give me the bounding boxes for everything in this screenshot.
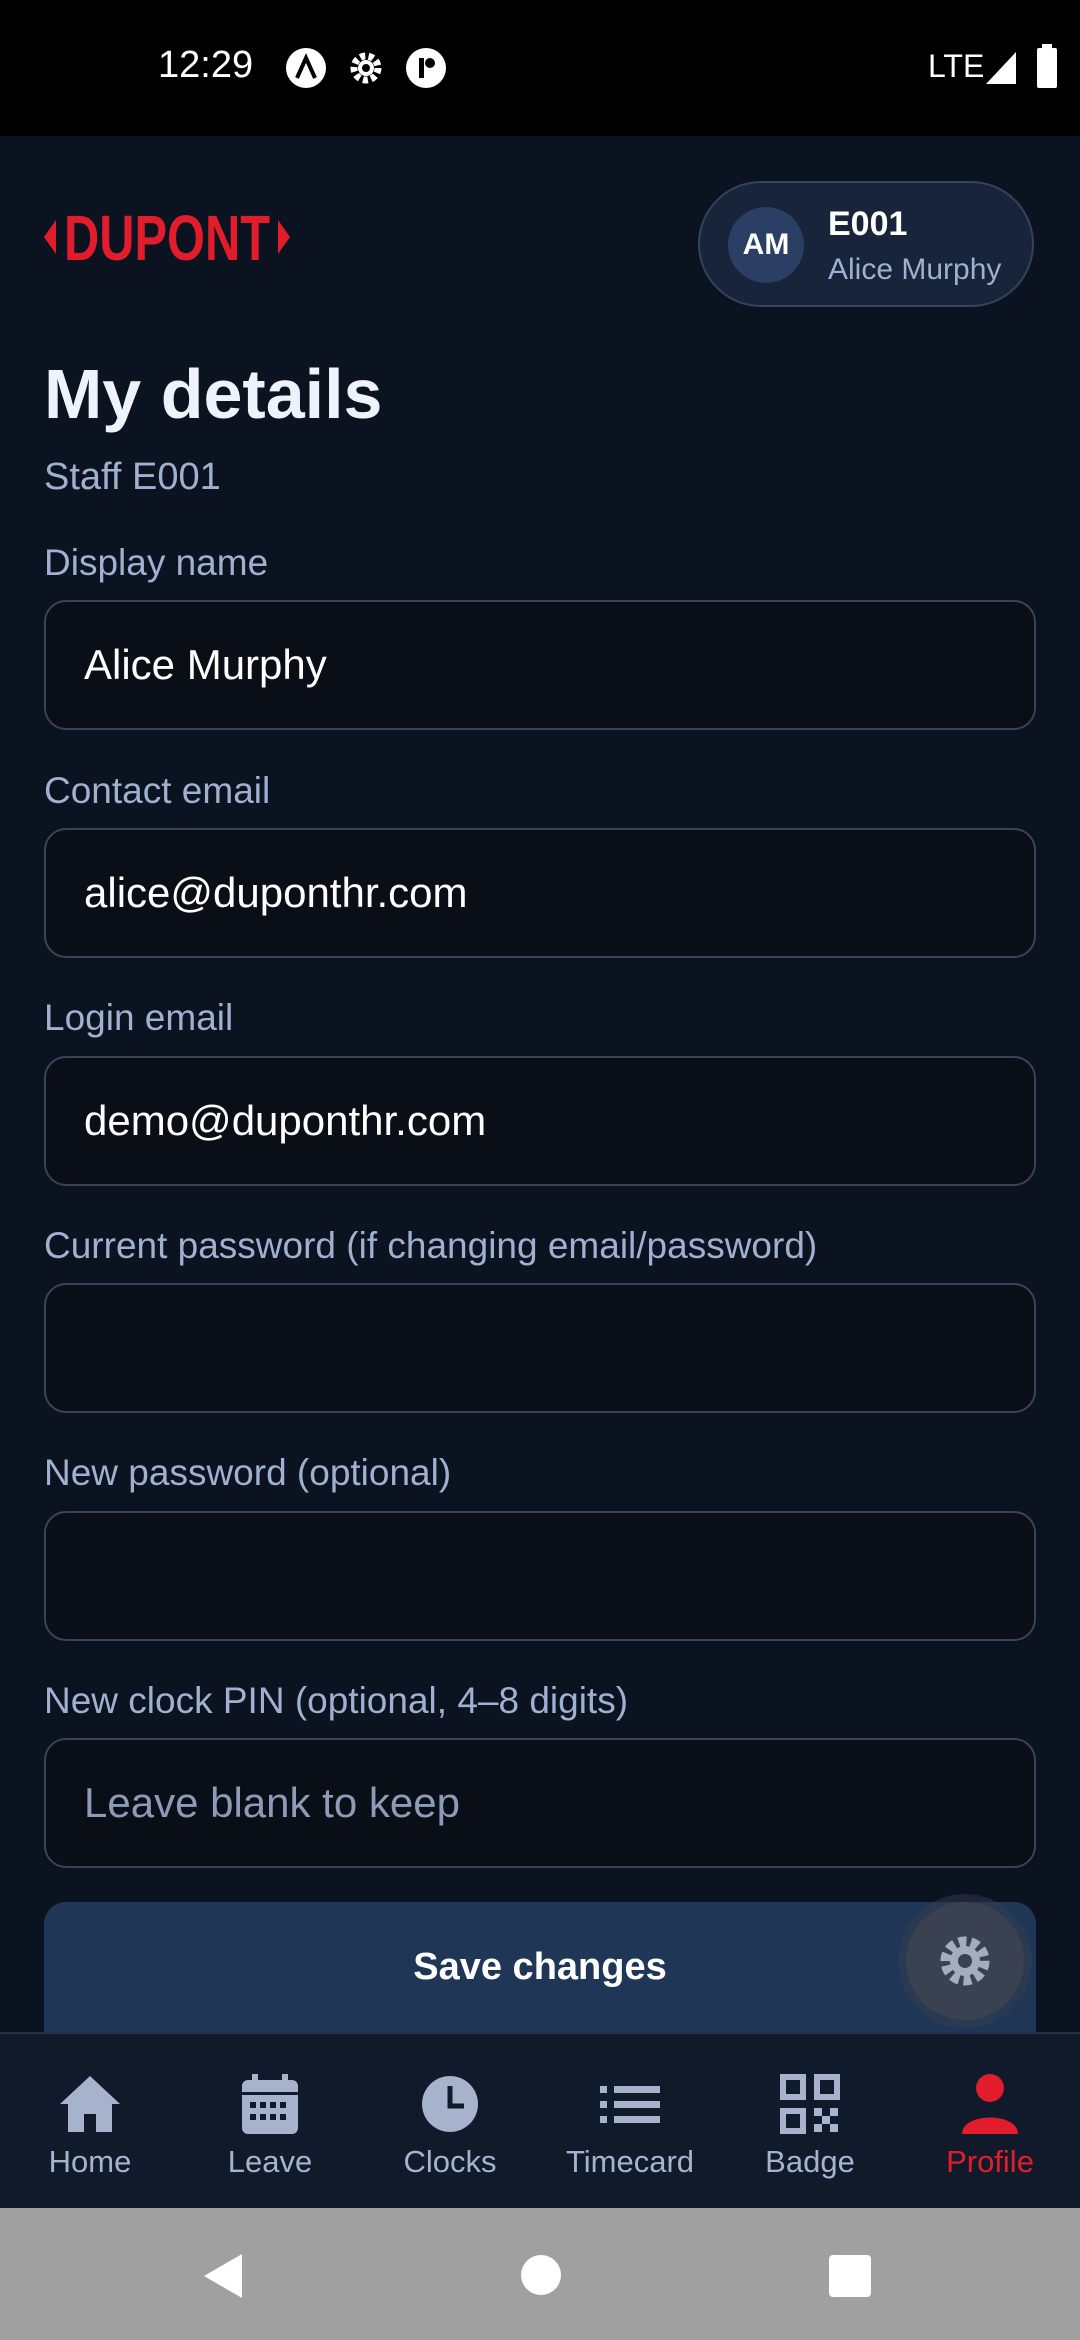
save-changes-button[interactable]: Save changes <box>44 1902 1036 2032</box>
nav-badge-label: Badge <box>765 2144 855 2179</box>
new-password-input[interactable] <box>44 1511 1036 1641</box>
contact-email-input[interactable] <box>44 828 1036 958</box>
settings-notification-icon <box>350 52 382 84</box>
home-icon <box>60 2076 120 2132</box>
network-type: LTE <box>928 48 985 84</box>
page-subtitle: Staff E001 <box>44 456 221 498</box>
nav-profile[interactable]: Profile <box>900 2034 1080 2210</box>
user-chip[interactable]: AM E001 Alice Murphy <box>698 181 1034 307</box>
list-icon <box>600 2086 660 2123</box>
status-time: 12:29 <box>158 44 254 86</box>
person-icon <box>962 2074 1018 2134</box>
current-password-input[interactable] <box>44 1283 1036 1413</box>
new-pin-label: New clock PIN (optional, 4–8 digits) <box>44 1680 629 1721</box>
recents-icon[interactable] <box>828 2254 872 2298</box>
nav-timecard-label: Timecard <box>565 2144 695 2179</box>
login-email-input[interactable] <box>44 1056 1036 1186</box>
status-bar: 12:29 LTE <box>0 0 1080 136</box>
user-staff-id: E001 <box>828 205 908 243</box>
nav-clocks[interactable]: Clocks <box>360 2034 540 2210</box>
system-nav-bar <box>0 2208 1080 2340</box>
home-circle-icon[interactable] <box>520 2254 562 2296</box>
current-password-label: Current password (if changing email/pass… <box>44 1225 818 1266</box>
a-app-notification-icon <box>286 48 326 88</box>
bottom-nav: Home Leave Clocks Timecard Badge Profile <box>0 2032 1080 2210</box>
app-content: DUPONT AM E001 Alice Murphy My details S… <box>0 136 1080 2032</box>
display-name-label: Display name <box>44 542 269 583</box>
clock-icon <box>422 2076 478 2132</box>
nav-clocks-label: Clocks <box>403 2144 497 2179</box>
logo-text: DUPONT <box>64 202 270 274</box>
user-name: Alice Murphy <box>828 253 1002 286</box>
new-password-label: New password (optional) <box>44 1452 452 1493</box>
calendar-icon <box>242 2074 298 2134</box>
signal-icon <box>986 52 1016 84</box>
display-name-input[interactable] <box>44 600 1036 730</box>
back-icon[interactable] <box>202 2252 246 2300</box>
nav-timecard[interactable]: Timecard <box>540 2034 720 2210</box>
settings-fab[interactable] <box>906 1902 1024 2020</box>
nav-profile-label: Profile <box>946 2144 1034 2179</box>
nav-leave[interactable]: Leave <box>180 2034 360 2210</box>
battery-icon <box>1037 44 1057 88</box>
contact-email-label: Contact email <box>44 770 271 811</box>
nav-leave-label: Leave <box>227 2144 313 2179</box>
new-pin-input[interactable] <box>44 1738 1036 1868</box>
dupont-logo: DUPONT <box>44 202 290 274</box>
page-title: My details <box>44 355 383 433</box>
nav-badge[interactable]: Badge <box>720 2034 900 2210</box>
avatar: AM <box>728 207 804 283</box>
login-email-label: Login email <box>44 997 234 1038</box>
qr-code-icon <box>780 2074 840 2134</box>
gear-icon <box>940 1936 990 1986</box>
nav-home-label: Home <box>48 2144 132 2179</box>
app-notification-icon <box>406 48 446 88</box>
nav-home[interactable]: Home <box>0 2034 180 2210</box>
